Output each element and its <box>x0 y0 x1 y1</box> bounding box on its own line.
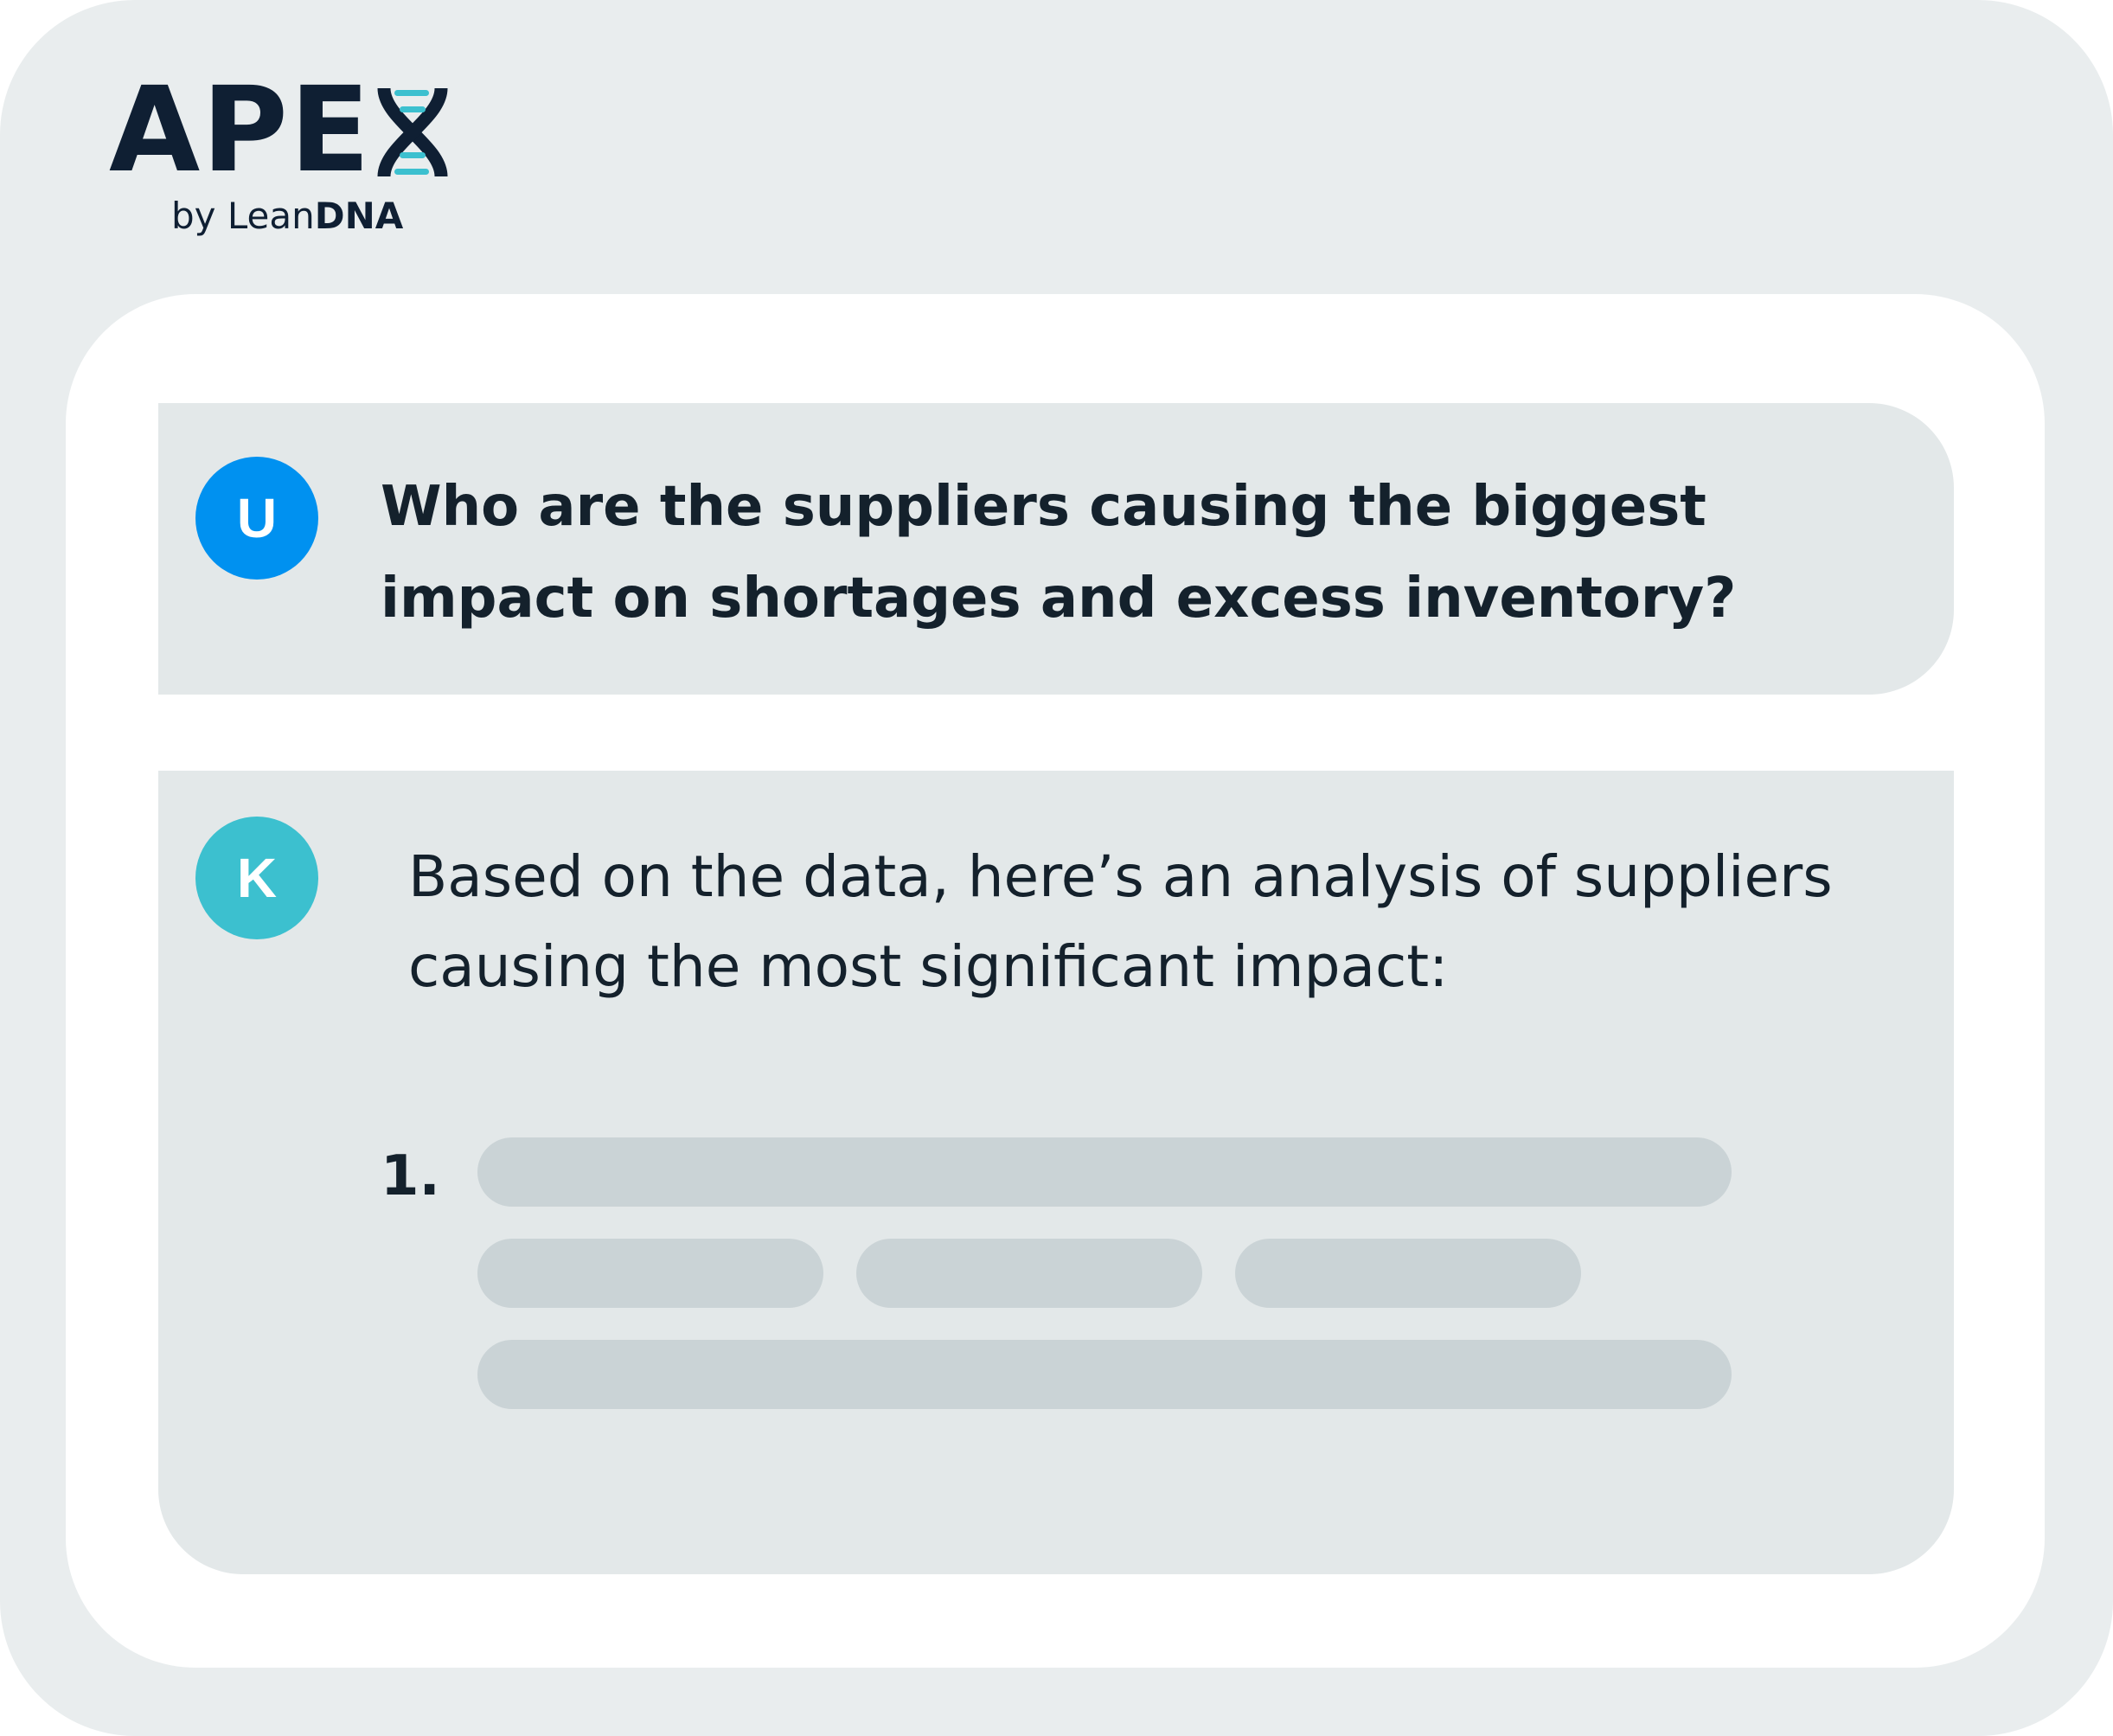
user-message-text: Who are the suppliers causing the bigges… <box>381 475 1737 631</box>
skeleton-chip <box>477 1239 823 1308</box>
byline-prefix: by Lean <box>171 195 315 237</box>
list-item-number: 1. <box>381 1144 440 1208</box>
assistant-message-text: Based on the data, here’s an analysis of… <box>408 843 1833 1000</box>
skeleton-line <box>477 1340 1732 1409</box>
logo-wordmark: APE <box>109 62 372 199</box>
logo-byline: by LeanDNA <box>171 194 403 239</box>
skeleton-chip <box>1235 1239 1581 1308</box>
dna-helix-x-icon <box>377 87 448 177</box>
apex-logo: APE by LeanDNA <box>109 62 455 244</box>
assistant-avatar: K <box>195 817 318 939</box>
skeleton-line <box>477 1137 1732 1207</box>
skeleton-chip <box>856 1239 1202 1308</box>
user-avatar: U <box>195 457 318 580</box>
byline-strong: DNA <box>314 195 404 237</box>
